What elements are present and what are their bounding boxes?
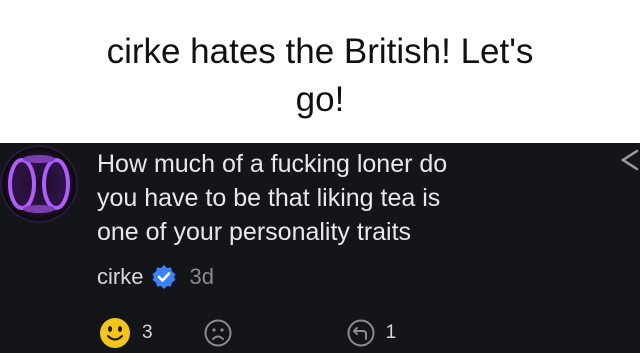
comment-actions: 3 1 — [98, 315, 396, 351]
comment-line-1: How much of a fucking loner do — [97, 150, 448, 178]
avatar[interactable] — [2, 147, 76, 221]
like-count: 3 — [142, 322, 153, 343]
reply-icon[interactable] — [346, 318, 376, 348]
reply-action[interactable]: 1 — [346, 318, 397, 348]
like-action[interactable]: 3 — [98, 316, 153, 350]
caption-line-1: cirke hates the British! Let's — [106, 32, 534, 71]
smiley-face-icon[interactable] — [98, 316, 132, 350]
comment-timestamp: 3d — [189, 264, 214, 289]
comment-line-2: you have to be that liking tea is — [97, 184, 441, 212]
author-name[interactable]: cirke — [97, 264, 143, 290]
caption-line-2: go! — [295, 80, 345, 119]
comment-card: How much of a fucking loner do you have … — [0, 143, 640, 353]
meme-caption: cirke hates the British! Let's go! — [0, 0, 640, 143]
comment-line-3: one of your personality traits — [97, 218, 412, 246]
sad-face-icon[interactable] — [203, 318, 233, 348]
reply-count: 1 — [385, 322, 397, 343]
avatar-image — [3, 148, 75, 220]
comment-text: How much of a fucking loner do you have … — [97, 147, 567, 249]
share-icon[interactable] — [615, 147, 640, 173]
comment-meta: cirke 3d — [97, 261, 214, 293]
verified-badge-icon — [152, 265, 176, 289]
